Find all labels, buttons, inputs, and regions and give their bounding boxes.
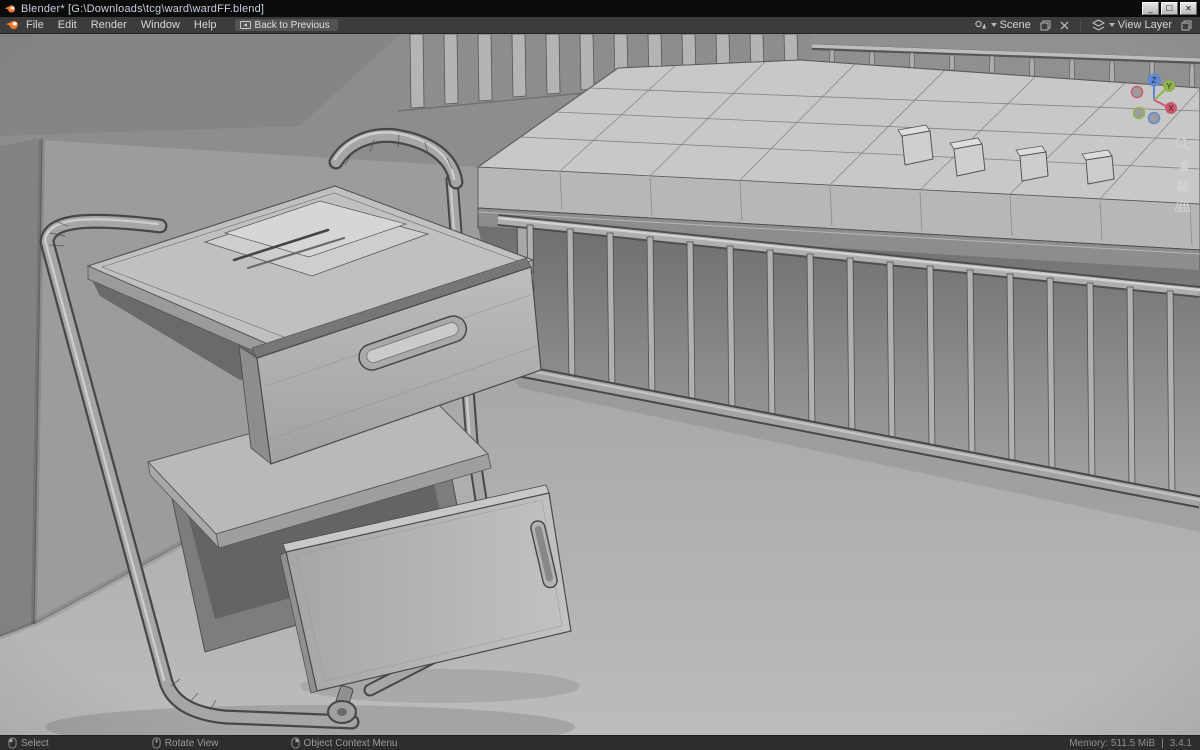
- view-layer-icon: [1091, 18, 1105, 31]
- axis-x-label: X: [1168, 104, 1174, 113]
- mouse-middle-icon: [152, 737, 161, 749]
- hint-rotate-view: Rotate View: [152, 737, 219, 749]
- blender-version: 3.4.1: [1169, 737, 1192, 749]
- scene-icon: [974, 20, 986, 29]
- axis-neg-z-ball[interactable]: [1147, 111, 1161, 125]
- menu-edit[interactable]: Edit: [51, 17, 84, 33]
- viewport-3d-scene[interactable]: [0, 34, 1200, 735]
- axis-neg-y-ball[interactable]: [1132, 106, 1146, 120]
- menu-render[interactable]: Render: [84, 17, 134, 33]
- screen-back-icon: [239, 20, 251, 29]
- view-layer-selector[interactable]: View Layer: [1089, 18, 1175, 33]
- chevron-down-icon: [990, 23, 997, 27]
- topbar-divider: [1079, 19, 1081, 31]
- axis-y-label: Y: [1166, 82, 1172, 91]
- mouse-left-icon: [8, 737, 17, 749]
- window-title: Blender* [G:\Downloads\tcg\ward\wardFF.b…: [21, 2, 265, 15]
- back-to-previous-label: Back to Previous: [254, 19, 330, 31]
- status-divider: |: [1161, 737, 1164, 749]
- hint-context-menu: Object Context Menu: [290, 737, 398, 749]
- blender-logo-icon: [4, 4, 16, 13]
- menu-file[interactable]: File: [19, 17, 51, 33]
- hint-select-label: Select: [21, 737, 49, 749]
- unlink-scene-icon[interactable]: [1057, 18, 1072, 33]
- close-button[interactable]: ✕: [1180, 2, 1197, 15]
- view-layer-name: View Layer: [1117, 19, 1172, 31]
- window-controls: _ ☐ ✕: [1142, 2, 1198, 15]
- status-right: Memory: 511.5 MiB | 3.4.1: [1069, 738, 1192, 749]
- status-bar: Select Rotate View Object Context Menu M…: [0, 735, 1200, 750]
- menu-window[interactable]: Window: [134, 17, 187, 33]
- hint-rotate-view-label: Rotate View: [164, 737, 219, 749]
- new-view-layer-icon[interactable]: [1179, 18, 1194, 33]
- blender-menu-icon[interactable]: [4, 18, 19, 33]
- mouse-right-icon: [290, 737, 300, 749]
- scene-name: Scene: [999, 19, 1031, 31]
- axis-z-label: Z: [1152, 76, 1157, 85]
- hint-context-menu-label: Object Context Menu: [303, 737, 398, 749]
- top-menu-bar: File Edit Render Window Help Back to Pre…: [0, 17, 1200, 34]
- new-scene-icon[interactable]: [1038, 18, 1053, 33]
- grid-ortho-icon[interactable]: [1172, 196, 1193, 217]
- chevron-down-icon: [1108, 23, 1115, 27]
- scene-selector[interactable]: Scene: [971, 18, 1034, 33]
- title-bar: Blender* [G:\Downloads\tcg\ward\wardFF.b…: [0, 0, 1200, 17]
- pan-hand-icon[interactable]: [1172, 154, 1193, 175]
- axis-neg-x-ball[interactable]: [1130, 85, 1144, 99]
- hint-select: Select: [8, 737, 49, 749]
- menu-help[interactable]: Help: [187, 17, 224, 33]
- memory-usage: Memory: 511.5 MiB: [1069, 737, 1156, 749]
- maximize-button[interactable]: ☐: [1161, 2, 1178, 15]
- viewport-3d[interactable]: Z Y X: [0, 34, 1200, 735]
- camera-view-icon[interactable]: [1172, 175, 1193, 196]
- back-to-previous-button[interactable]: Back to Previous: [233, 18, 339, 32]
- minimize-button[interactable]: _: [1142, 2, 1159, 15]
- zoom-icon[interactable]: [1172, 133, 1193, 154]
- navigation-gizmo[interactable]: Z Y X: [1128, 70, 1180, 126]
